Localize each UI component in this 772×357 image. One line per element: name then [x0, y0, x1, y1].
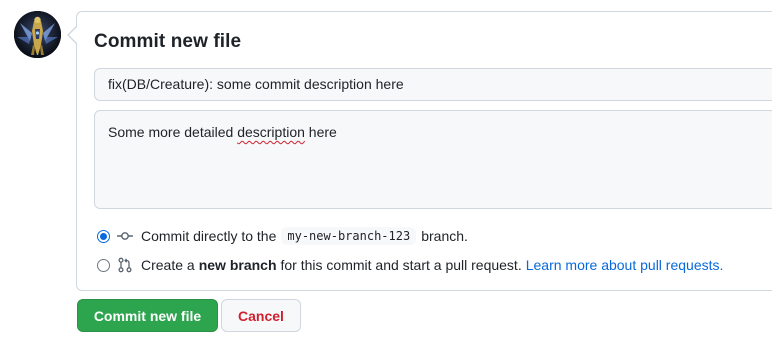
description-misspelled-word: description	[237, 124, 305, 140]
commit-directly-suffix: branch.	[421, 228, 468, 244]
commit-directly-option[interactable]: Commit directly to the my-new-branch-123…	[97, 226, 468, 246]
git-pull-request-icon	[117, 257, 133, 273]
commit-directly-radio[interactable]	[97, 229, 110, 243]
commit-description-textarea[interactable]: Some more detailed description here	[94, 110, 772, 209]
new-branch-text-before: Create a	[141, 257, 195, 273]
user-avatar[interactable]	[14, 11, 61, 58]
commit-new-file-button[interactable]: Commit new file	[77, 299, 218, 332]
branch-name-chip: my-new-branch-123	[281, 227, 417, 245]
description-text-before: Some more detailed	[108, 124, 238, 140]
commit-form-title: Commit new file	[94, 31, 242, 52]
description-text-after: here	[304, 124, 337, 140]
new-branch-bold-text: new branch	[198, 257, 277, 273]
new-branch-radio[interactable]	[97, 258, 110, 272]
new-branch-text-after: for this commit and start a pull request…	[280, 257, 522, 273]
git-commit-icon	[117, 228, 133, 244]
commit-summary-input[interactable]: fix(DB/Creature): some commit descriptio…	[94, 68, 772, 101]
commit-directly-text: Commit directly to the	[141, 228, 277, 244]
armored-hero-avatar-icon	[14, 11, 61, 58]
cancel-button[interactable]: Cancel	[221, 299, 301, 332]
new-branch-option[interactable]: Create a new branch for this commit and …	[97, 255, 723, 275]
learn-more-pull-requests-link[interactable]: Learn more about pull requests.	[526, 257, 724, 273]
panel-caret-inner	[69, 27, 77, 43]
